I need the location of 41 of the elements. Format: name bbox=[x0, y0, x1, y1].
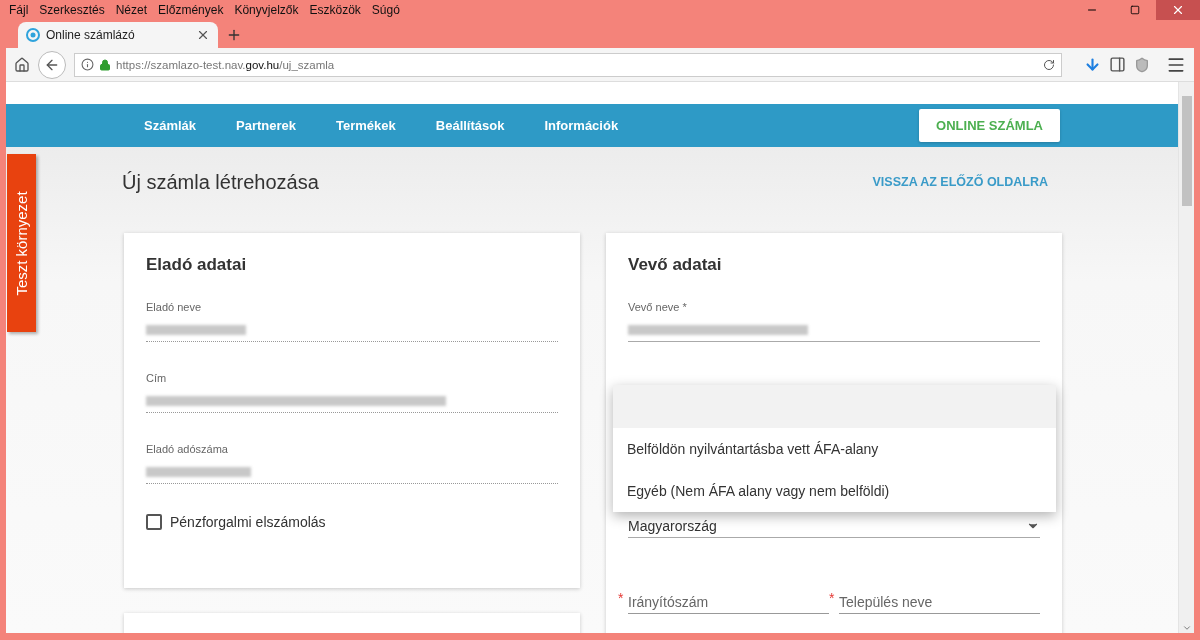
maximize-icon[interactable] bbox=[1130, 5, 1140, 15]
field-label: Cím bbox=[146, 372, 168, 384]
menu-item[interactable]: Szerkesztés bbox=[39, 3, 105, 17]
scroll-down-icon[interactable] bbox=[1181, 623, 1192, 633]
card-title: Vevő adatai bbox=[628, 255, 723, 275]
close-icon bbox=[1171, 3, 1185, 17]
close-icon[interactable] bbox=[196, 28, 210, 42]
shield-icon[interactable] bbox=[1134, 56, 1150, 73]
environment-badge: Teszt környezet bbox=[7, 154, 36, 332]
menu-item[interactable]: Előzmények bbox=[158, 3, 224, 17]
field-label: Vevő neve * bbox=[628, 301, 688, 313]
url-text: https://szamlazo-test.nav.gov.hu/uj_szamla bbox=[116, 58, 336, 71]
reload-icon[interactable] bbox=[1043, 58, 1055, 71]
menu-item[interactable]: Fájl bbox=[9, 3, 29, 17]
dropdown-option[interactable]: Egyéb (Nem ÁFA alany vagy nem belföldi) bbox=[613, 470, 1056, 512]
info-icon[interactable] bbox=[81, 58, 94, 71]
field-label: Eladó neve bbox=[146, 301, 203, 313]
menu-item[interactable]: Eszközök bbox=[309, 3, 361, 17]
menu-item[interactable]: Nézet bbox=[115, 3, 148, 17]
tab-favicon-icon bbox=[26, 28, 40, 42]
checkbox[interactable]: Pénzforgalmi elszámolás bbox=[146, 514, 558, 530]
page-title: Új számla létrehozása bbox=[122, 170, 319, 194]
new-tab-icon[interactable] bbox=[226, 27, 242, 43]
country-select[interactable]: Magyarország bbox=[628, 514, 1040, 538]
home-icon[interactable] bbox=[14, 56, 30, 73]
browser-tab[interactable]: Online számlázó bbox=[18, 22, 218, 48]
field-label: Eladó adószáma bbox=[146, 443, 229, 455]
back-button[interactable] bbox=[38, 50, 66, 79]
sidebar-icon[interactable] bbox=[1109, 56, 1126, 73]
required-mark: * bbox=[829, 590, 835, 606]
menu-item[interactable]: Könyvjelzők bbox=[234, 3, 299, 17]
scrollbar[interactable] bbox=[1178, 82, 1194, 633]
menu-item[interactable]: Súgó bbox=[371, 3, 400, 17]
required-mark: * bbox=[618, 590, 624, 606]
address-bar[interactable]: https://szamlazo-test.nav.gov.hu/uj_szamla bbox=[74, 52, 1062, 77]
card-title: Eladó adatai bbox=[146, 255, 248, 275]
dropdown-option[interactable]: Belföldön nyilvántartásba vett ÁFA-alany bbox=[613, 428, 1056, 470]
close-button[interactable] bbox=[1156, 0, 1200, 20]
scrollbar-thumb[interactable] bbox=[1181, 96, 1192, 206]
download-icon[interactable] bbox=[1084, 56, 1101, 73]
lock-icon bbox=[99, 58, 111, 71]
